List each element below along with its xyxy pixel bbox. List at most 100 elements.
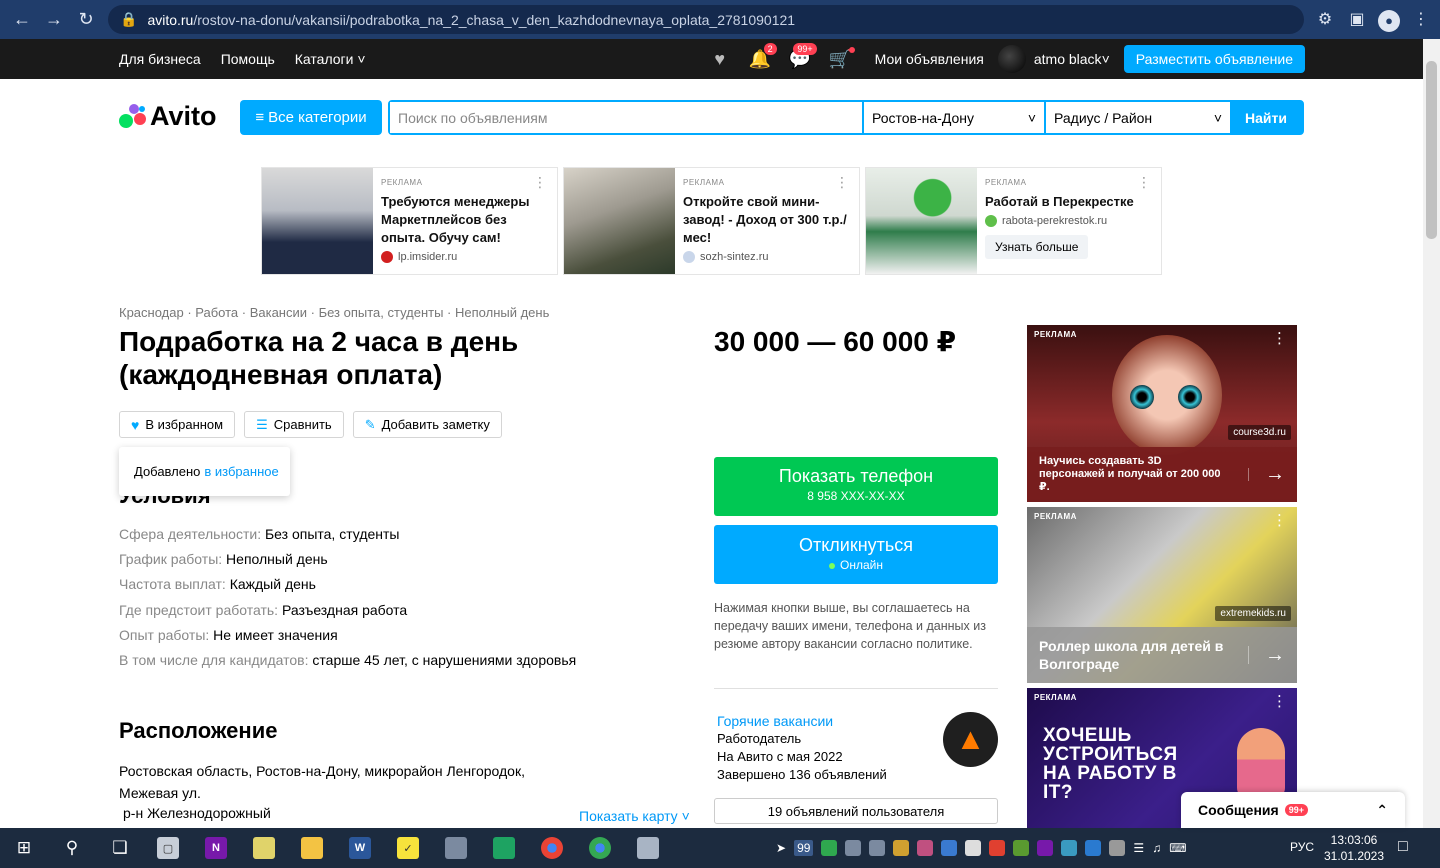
notifications-bell-icon[interactable]: 🔔 2 — [747, 42, 777, 70]
app-tray-icon[interactable] — [965, 840, 982, 856]
messages-badge: 99+ — [793, 42, 817, 55]
cart-icon[interactable]: 🛒 — [827, 46, 855, 70]
folder-icon[interactable] — [288, 828, 336, 868]
app-tray-icon[interactable] — [1085, 840, 1102, 856]
ad-image — [564, 168, 675, 274]
app-icon[interactable] — [432, 828, 480, 868]
notifications-icon[interactable]: □ — [1398, 838, 1408, 856]
sidebar-icon[interactable]: ▣ — [1346, 5, 1368, 33]
telegram-icon[interactable]: ➤ — [776, 841, 786, 855]
task-view-icon[interactable]: ❏ — [96, 828, 144, 868]
sheets-icon[interactable] — [480, 828, 528, 868]
more-icon[interactable]: ⋮ — [1272, 692, 1287, 710]
breadcrumb[interactable]: Краснодар · Работа · Вакансии · Без опыт… — [119, 305, 549, 320]
app-tray-icon[interactable] — [917, 840, 934, 856]
side-ad-extremekids[interactable]: РЕКЛАМА ⋮ extremekids.ru Роллер школа дл… — [1027, 507, 1297, 683]
more-icon[interactable]: ⋮ — [1137, 174, 1151, 191]
all-categories-button[interactable]: ≡ Все категории — [240, 100, 382, 135]
app-tray-icon[interactable] — [1061, 840, 1078, 856]
app-icon[interactable] — [240, 828, 288, 868]
word-icon[interactable]: W — [336, 828, 384, 868]
chevron-up-icon[interactable]: ⌃ — [1376, 802, 1388, 819]
seller-info: Горячие вакансии Работодатель На Авито с… — [717, 712, 887, 784]
keyboard-icon[interactable]: ⌨ — [1169, 841, 1186, 855]
catalogs-link[interactable]: Каталоги ˅ — [295, 51, 366, 67]
address-bar[interactable]: 🔒 avito.ru/rostov-na-donu/vakansii/podra… — [108, 5, 1304, 34]
messages-count: 99+ — [1284, 804, 1308, 816]
condition-key: Частота выплат: — [119, 576, 226, 593]
calculator-icon[interactable] — [624, 828, 672, 868]
wifi-icon[interactable]: ☰ — [1133, 841, 1144, 855]
ad-card[interactable]: РЕКЛАМА Работай в Перекрестке rabota-per… — [865, 167, 1162, 275]
radius-select[interactable]: Радиус / Район ˅ — [1044, 102, 1230, 133]
forward-icon[interactable]: → — [40, 5, 68, 33]
compare-button[interactable]: ☰ Сравнить — [244, 411, 344, 438]
shield-icon[interactable] — [821, 840, 838, 856]
app-tray-icon[interactable] — [1109, 840, 1126, 856]
sticky-notes-icon[interactable]: ✓ — [384, 828, 432, 868]
tooltip-favorites-link[interactable]: в избранное — [204, 464, 278, 479]
clock[interactable]: 13:03:06 31.01.2023 — [1322, 832, 1386, 864]
city-select[interactable]: Ростов-на-Дону ˅ — [862, 102, 1044, 133]
back-icon[interactable]: ← — [8, 5, 36, 33]
search-button[interactable]: Найти — [1230, 102, 1302, 133]
post-ad-button[interactable]: Разместить объявление — [1123, 45, 1305, 73]
condition-value: Неполный день — [226, 551, 328, 568]
show-map-link[interactable]: Показать карту ˅ — [579, 808, 690, 824]
search-input[interactable] — [390, 102, 862, 133]
user-menu[interactable]: atmo black ˅ — [997, 45, 1110, 73]
chevron-down-icon: ˅ — [681, 808, 690, 824]
app-tray-icon[interactable] — [1037, 840, 1054, 856]
favorites-heart-icon[interactable]: ♥ — [707, 49, 733, 70]
search-icon[interactable]: ⚲ — [48, 828, 96, 868]
speaker-icon[interactable]: ♫ — [1152, 841, 1161, 855]
app-icon[interactable]: ▢ — [144, 828, 192, 868]
show-phone-button[interactable]: Показать телефон 8 958 XXX-XX-XX — [714, 457, 998, 516]
messages-widget[interactable]: Сообщения 99+ ⌃ — [1181, 792, 1405, 828]
scrollbar-thumb[interactable] — [1426, 61, 1437, 239]
profile-button[interactable]: ● — [1378, 5, 1400, 33]
seller-completed: Завершено 136 объявлений — [717, 767, 887, 782]
more-icon[interactable]: ⋮ — [533, 174, 547, 191]
app-tray-icon[interactable] — [941, 840, 958, 856]
app-tray-icon[interactable] — [989, 840, 1006, 856]
ad-card[interactable]: РЕКЛАМА Требуются менеджеры Маркетплейсо… — [261, 167, 558, 275]
seller-name-link[interactable]: Горячие вакансии — [717, 712, 887, 730]
avito-logo[interactable]: Avito — [119, 100, 217, 132]
my-ads-link[interactable]: Мои объявления — [875, 51, 984, 67]
messages-icon[interactable]: 💬 99+ — [787, 42, 817, 70]
seller-flame-icon[interactable]: ▲ — [943, 712, 998, 767]
respond-button[interactable]: Откликнуться Онлайн — [714, 525, 998, 584]
ad-card[interactable]: РЕКЛАМА Откройте свой мини-завод! - Дохо… — [563, 167, 860, 275]
onenote-icon[interactable]: N — [192, 828, 240, 868]
monitor-icon[interactable] — [845, 840, 862, 856]
condition-value: Без опыта, студенты — [264, 526, 400, 542]
more-icon[interactable]: ⋮ — [1272, 329, 1287, 347]
condition-key: График работы: — [119, 551, 223, 568]
menu-icon[interactable]: ⋮ — [1410, 5, 1432, 33]
windows-start-icon[interactable]: ⊞ — [0, 828, 48, 868]
more-icon[interactable]: ⋮ — [1272, 511, 1287, 529]
more-icon[interactable]: ⋮ — [835, 174, 849, 191]
language-indicator[interactable]: РУС — [1290, 840, 1314, 854]
ad-title: Откройте свой мини-завод! - Доход от 300… — [683, 194, 847, 245]
add-note-button[interactable]: ✎ Добавить заметку — [352, 411, 502, 438]
chrome-icon[interactable] — [576, 828, 624, 868]
help-link[interactable]: Помощь — [221, 51, 275, 67]
app-tray-icon[interactable] — [893, 840, 910, 856]
all-seller-ads-button[interactable]: 19 объявлений пользователя — [714, 798, 998, 824]
avatar — [997, 45, 1026, 73]
page-scrollbar[interactable] — [1423, 39, 1440, 828]
app-tray-icon[interactable] — [869, 840, 886, 856]
reload-icon[interactable]: ↻ — [72, 5, 100, 33]
clock-date: 31.01.2023 — [1323, 849, 1385, 863]
for-business-link[interactable]: Для бизнеса — [119, 51, 201, 67]
ad-character-image — [1237, 728, 1285, 798]
learn-more-button[interactable]: Узнать больше — [985, 235, 1089, 259]
side-ad-course3d[interactable]: РЕКЛАМА ⋮ course3d.ru Научись создавать … — [1027, 325, 1297, 502]
favorite-button[interactable]: ♥ В избранном — [119, 411, 236, 438]
extensions-icon[interactable]: ⚙ — [1314, 5, 1336, 33]
add-note-label: Добавить заметку — [381, 417, 490, 432]
app-tray-icon[interactable] — [1013, 840, 1030, 856]
chrome-icon[interactable] — [528, 828, 576, 868]
